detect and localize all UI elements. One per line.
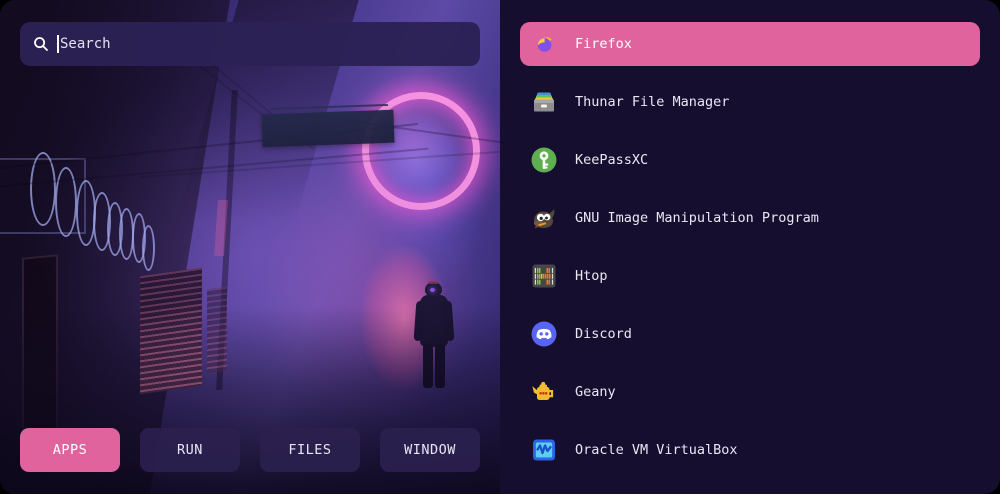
tab-window[interactable]: WINDOW [380,428,480,472]
virtualbox-icon [530,436,558,464]
launcher-window: APPS RUN FILES WINDOW Firefox Thunar File Ma… [0,0,1000,494]
app-label: Thunar File Manager [575,94,729,110]
thunar-icon [530,88,558,116]
app-row-thunar-file-manager[interactable]: Thunar File Manager [520,80,980,124]
app-row-oracle-vm-virtualbox[interactable]: Oracle VM VirtualBox [520,428,980,472]
app-label: KeePassXC [575,152,648,168]
app-label: Oracle VM VirtualBox [575,442,738,458]
wallpaper [0,0,500,494]
htop-icon [530,262,558,290]
app-row-firefox[interactable]: Firefox [520,22,980,66]
left-panel: APPS RUN FILES WINDOW [0,0,500,494]
keepassxc-icon [530,146,558,174]
app-label: GNU Image Manipulation Program [575,210,819,226]
app-row-htop[interactable]: Htop [520,254,980,298]
tab-run[interactable]: RUN [140,428,240,472]
search-input[interactable] [60,36,467,52]
firefox-icon [530,30,558,58]
app-row-keepassxc[interactable]: KeePassXC [520,138,980,182]
text-cursor [57,35,59,53]
app-label: Htop [575,268,608,284]
app-label: Firefox [575,36,632,52]
app-row-discord[interactable]: Discord [520,312,980,356]
tab-apps[interactable]: APPS [20,428,120,472]
app-row-gnu-image-manipulation-program[interactable]: GNU Image Manipulation Program [520,196,980,240]
search-icon [33,36,49,52]
app-row-geany[interactable]: Geany [520,370,980,414]
gimp-icon [530,204,558,232]
app-label: Geany [575,384,616,400]
app-list: Firefox Thunar File Manager KeePassXC GNU I… [500,0,1000,494]
search-bar[interactable] [20,22,480,66]
wallpaper-floor-fog [0,0,500,494]
discord-icon [530,320,558,348]
app-label: Discord [575,326,632,342]
tab-files[interactable]: FILES [260,428,360,472]
tab-bar: APPS RUN FILES WINDOW [20,428,480,472]
geany-icon [530,378,558,406]
